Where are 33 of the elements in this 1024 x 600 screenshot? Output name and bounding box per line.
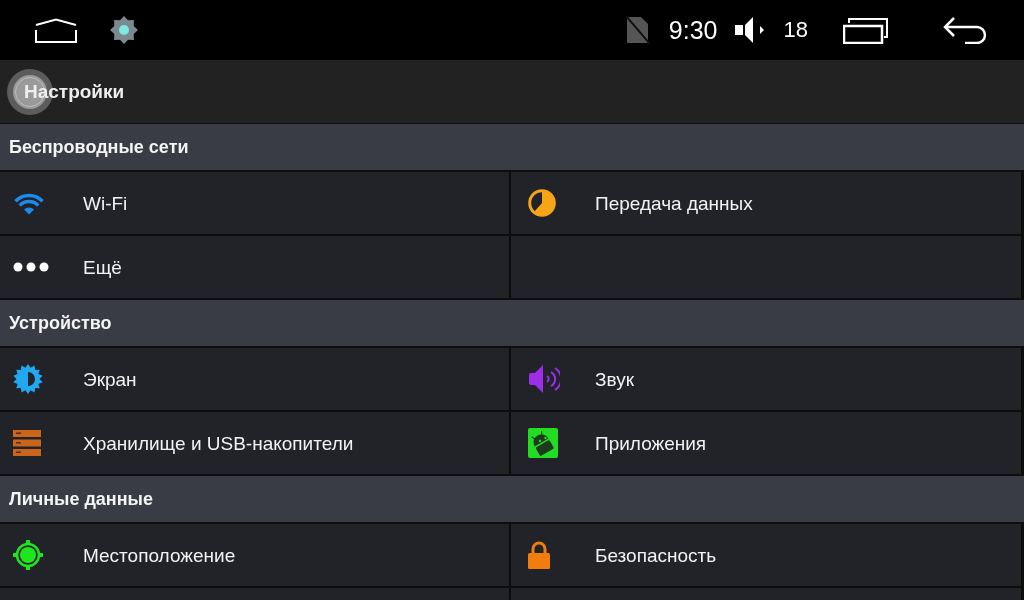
- settings-icon: [110, 16, 138, 44]
- section-header: Беспроводные сети: [0, 124, 1024, 170]
- speaker-icon: [528, 364, 560, 394]
- volume-icon: [734, 16, 765, 44]
- location-target-icon: [13, 540, 43, 570]
- settings-item[interactable]: Звук: [511, 348, 1021, 410]
- settings-item[interactable]: Местоположение: [0, 524, 509, 586]
- home-icon: [35, 17, 77, 43]
- section-header: Устройство: [0, 300, 1024, 346]
- section-header: Личные данные: [0, 476, 1024, 522]
- settings-item[interactable]: Ещё: [0, 236, 509, 298]
- brightness-icon: [13, 364, 43, 394]
- settings-shortcut[interactable]: [110, 16, 138, 44]
- pie-chart-icon: [528, 189, 556, 217]
- settings-item[interactable]: Хранилище и USB-накопители: [0, 412, 509, 474]
- recent-apps-icon: [843, 16, 889, 44]
- settings-item[interactable]: Wi-Fi: [0, 172, 509, 234]
- volume-value: 18: [783, 19, 808, 41]
- recent-apps-button[interactable]: [843, 16, 889, 44]
- more-dots-icon: [13, 262, 49, 272]
- back-arrow-icon: [943, 16, 989, 44]
- home-button[interactable]: [35, 17, 77, 43]
- wifi-icon: [13, 191, 45, 215]
- back-button[interactable]: [943, 16, 989, 44]
- settings-item[interactable]: Передача данных: [511, 172, 1021, 234]
- android-icon: [528, 428, 558, 458]
- no-sim-icon: [625, 16, 650, 44]
- padlock-icon: [528, 541, 550, 569]
- settings-item[interactable]: Безопасность: [511, 524, 1021, 586]
- settings-item[interactable]: Экран: [0, 348, 509, 410]
- settings-item[interactable]: Приложения: [511, 412, 1021, 474]
- clock: 9:30: [668, 17, 718, 43]
- storage-icon: [13, 430, 41, 456]
